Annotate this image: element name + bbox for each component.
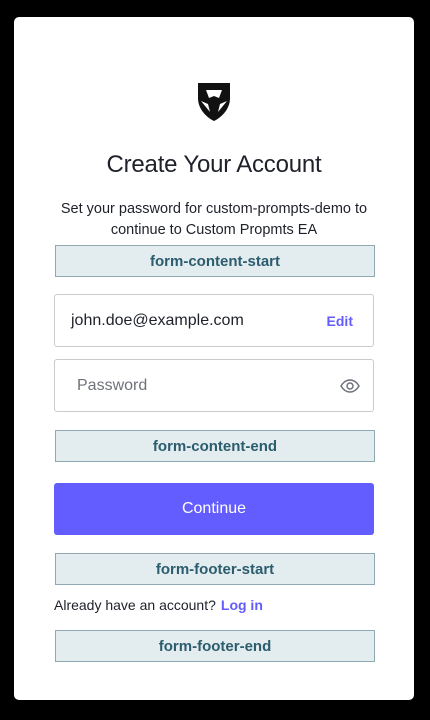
password-input[interactable] [56, 361, 326, 410]
continue-button[interactable]: Continue [54, 483, 374, 535]
form-content-end-marker: form-content-end [55, 430, 375, 462]
email-field: john.doe@example.com Edit [54, 294, 374, 347]
password-field [54, 359, 374, 412]
signup-card: Create Your Account Set your password fo… [14, 17, 414, 700]
footer-prompt-text: Already have an account? [54, 597, 216, 613]
form-footer-end-marker: form-footer-end [55, 630, 375, 662]
footer-prompt: Already have an account? Log in [54, 597, 263, 613]
page-subtitle: Set your password for custom-prompts-dem… [60, 201, 368, 238]
shield-logo-icon [195, 80, 233, 122]
page-title: Create Your Account [106, 151, 322, 178]
form-footer-start-marker: form-footer-start [55, 553, 375, 585]
edit-email-link[interactable]: Edit [327, 295, 353, 346]
form-content-start-marker: form-content-start [55, 245, 375, 277]
eye-icon[interactable] [339, 375, 361, 397]
email-value: john.doe@example.com [71, 311, 244, 329]
login-link[interactable]: Log in [221, 597, 263, 613]
